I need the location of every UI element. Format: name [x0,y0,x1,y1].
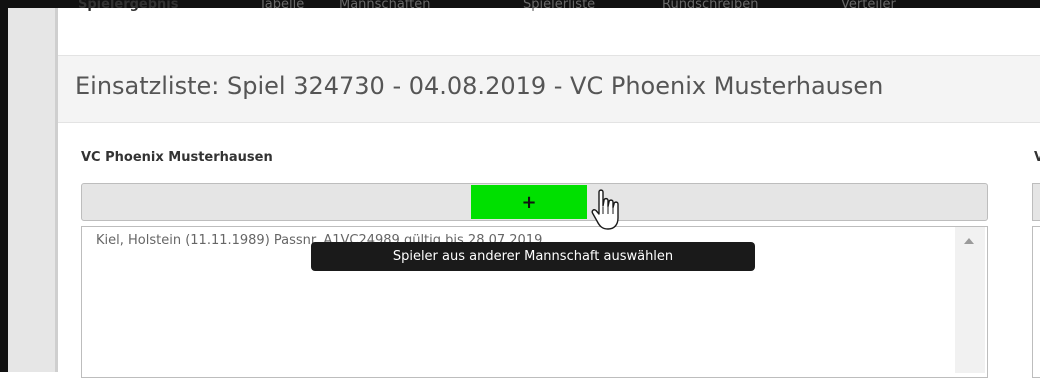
player-list-right[interactable] [1032,226,1040,378]
tooltip: Spieler aus anderer Mannschaft auswählen [311,242,755,271]
add-player-button[interactable]: + [471,185,587,219]
tab-bar: Spielergebnis Tabelle Mannschaften Spiel… [78,0,1040,30]
tab-rundschreiben[interactable]: Rundschreiben [662,0,759,12]
tab-spielergebnis[interactable]: Spielergebnis [78,0,179,12]
hand-pointer-icon [591,189,619,230]
tab-mannschaften[interactable]: Mannschaften [339,0,430,12]
tab-spielerliste[interactable]: Spielerliste [523,0,595,12]
left-gutter [8,8,55,372]
team-name-right: V [1034,150,1040,165]
add-player-bar-right [1032,183,1040,221]
tab-verteiler[interactable]: Verteiler [841,0,896,12]
title-bar: Einsatzliste: Spiel 324730 - 04.08.2019 … [58,55,1040,123]
scrollbar[interactable] [955,227,985,373]
tab-tabelle[interactable]: Tabelle [259,0,304,12]
team-name-left: VC Phoenix Musterhausen [81,150,273,165]
scroll-up-icon[interactable] [964,238,974,244]
window-frame-left [0,0,8,372]
page-title: Einsatzliste: Spiel 324730 - 04.08.2019 … [75,72,884,100]
